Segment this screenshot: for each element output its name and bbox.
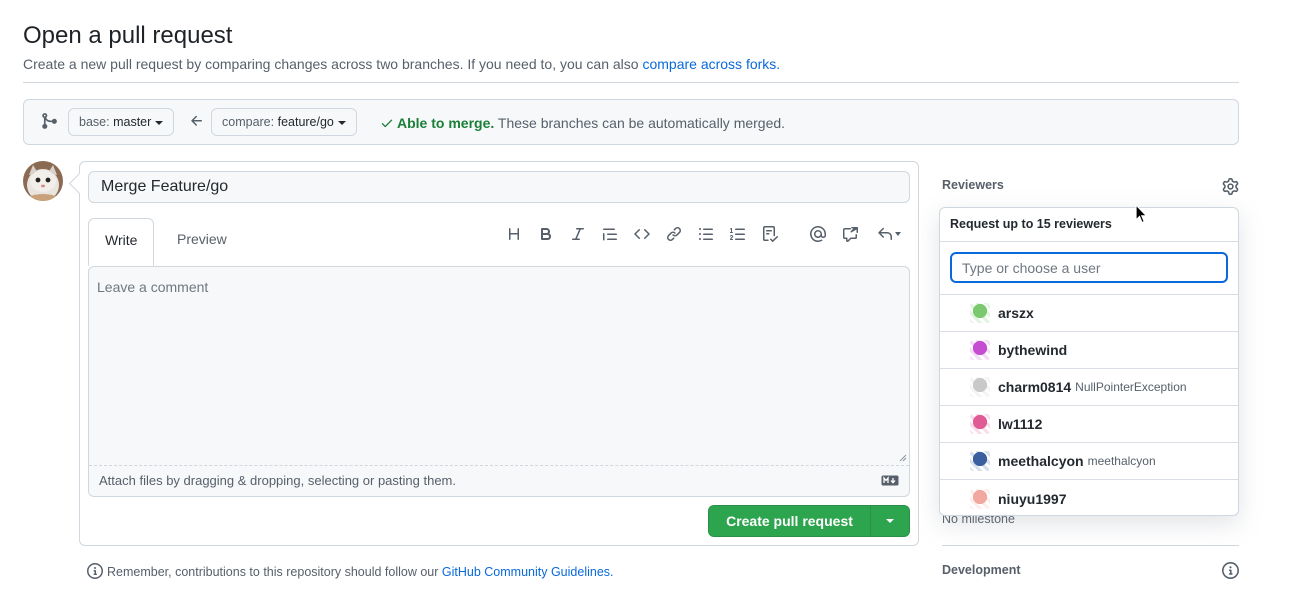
base-branch-name: master [113, 115, 152, 129]
user-avatar [970, 377, 990, 397]
cross-reference-icon[interactable] [840, 224, 860, 244]
unordered-list-icon[interactable] [696, 224, 716, 244]
reviewer-option[interactable]: bythewind [940, 332, 1238, 369]
merge-ok-text: Able to merge. [397, 115, 495, 131]
mouse-cursor-icon [1135, 204, 1148, 224]
markdown-icon[interactable] [881, 475, 899, 486]
user-full-name: meethalcyon [1087, 454, 1156, 468]
compare-branch-name: feature/go [277, 115, 334, 129]
popover-search [940, 242, 1238, 295]
remember-text: Remember, contributions to this reposito… [107, 565, 439, 579]
user-login: bythewind [998, 342, 1068, 358]
comment-textarea[interactable]: Leave a comment [89, 267, 909, 466]
task-list-icon[interactable] [760, 224, 780, 244]
tab-write[interactable]: Write [88, 218, 155, 266]
italic-icon[interactable] [568, 224, 588, 244]
reviewer-option[interactable]: niuyu1997 [940, 480, 1238, 515]
chevron-down-icon [895, 232, 901, 236]
reviewer-list: arszx bythewind charm0814 NullPointerExcept… [940, 295, 1238, 515]
reviewer-option[interactable]: arszx [940, 295, 1238, 332]
merge-message: These branches can be automatically merg… [497, 115, 786, 131]
user-avatar [970, 488, 990, 509]
community-guidelines-note: Remember, contributions to this reposito… [87, 563, 614, 579]
link-icon[interactable] [664, 224, 684, 244]
pull-request-composer: Write Preview [79, 161, 919, 546]
reviewers-heading[interactable]: Reviewers [942, 178, 1004, 192]
comment-box: Leave a comment Attach files by dragging… [88, 266, 910, 497]
user-avatar [970, 340, 990, 360]
page-subtitle: Create a new pull request by comparing c… [23, 56, 780, 72]
popover-header: Request up to 15 reviewers [940, 208, 1238, 242]
create-pull-request-label: Create pull request [726, 513, 853, 529]
user-login: arszx [998, 305, 1034, 321]
info-icon [87, 563, 103, 579]
info-icon[interactable] [1222, 562, 1239, 579]
user-login: lw1112 [998, 416, 1043, 432]
community-guidelines-link[interactable]: GitHub Community Guidelines. [442, 565, 614, 579]
page-title: Open a pull request [23, 22, 233, 49]
bold-icon[interactable] [536, 224, 556, 244]
cat-avatar-image [23, 161, 63, 201]
reviewer-option[interactable]: lw1112 [940, 406, 1238, 443]
user-avatar [970, 303, 990, 323]
heading-icon[interactable] [504, 224, 524, 244]
arrow-left-icon [191, 115, 202, 126]
resize-handle-icon[interactable] [899, 454, 907, 462]
ordered-list-icon[interactable] [728, 224, 748, 244]
user-login: niuyu1997 [998, 490, 1067, 507]
user-login: meethalcyon [998, 453, 1084, 469]
mention-icon[interactable] [808, 224, 828, 244]
development-heading: Development [942, 563, 1021, 577]
reviewer-option[interactable]: charm0814 NullPointerException [940, 369, 1238, 406]
base-branch-select[interactable]: base: master [68, 108, 175, 136]
sidebar-divider [942, 545, 1239, 546]
compare-bar: base: master compare: feature/go Able to… [23, 99, 1239, 145]
reviewers-popover: Request up to 15 reviewers arszx bythewin… [939, 207, 1239, 516]
header-divider [23, 82, 1239, 83]
chevron-down-icon [155, 120, 164, 125]
attach-files-hint[interactable]: Attach files by dragging & dropping, sel… [99, 473, 456, 488]
create-options-dropdown[interactable] [871, 506, 909, 536]
tab-preview[interactable]: Preview [161, 218, 243, 266]
chevron-down-icon [886, 519, 894, 523]
avatar[interactable] [23, 161, 63, 201]
quote-icon[interactable] [600, 224, 620, 244]
gear-icon[interactable] [1222, 178, 1239, 195]
base-branch-prefix: base: [79, 115, 110, 129]
user-full-name: NullPointerException [1075, 380, 1187, 394]
user-avatar [970, 451, 990, 471]
reviewer-option[interactable]: meethalcyon meethalcyon [940, 443, 1238, 480]
merge-status: Able to merge. These branches can be aut… [380, 115, 785, 131]
page-subtitle-text: Create a new pull request by comparing c… [23, 56, 639, 72]
check-icon [381, 119, 393, 128]
compare-branch-select[interactable]: compare: feature/go [211, 108, 357, 136]
create-pull-request-button[interactable]: Create pull request [708, 505, 910, 537]
reviewer-search-input[interactable] [950, 252, 1228, 283]
saved-reply-icon[interactable] [872, 224, 906, 244]
code-icon[interactable] [632, 224, 652, 244]
compare-across-forks-link[interactable]: compare across forks. [642, 56, 780, 72]
user-avatar [970, 414, 990, 434]
compare-branch-prefix: compare: [222, 115, 275, 129]
user-login: charm0814 [998, 379, 1072, 395]
chevron-down-icon [337, 120, 346, 125]
compare-icon [42, 113, 57, 129]
title-input[interactable] [88, 171, 910, 203]
